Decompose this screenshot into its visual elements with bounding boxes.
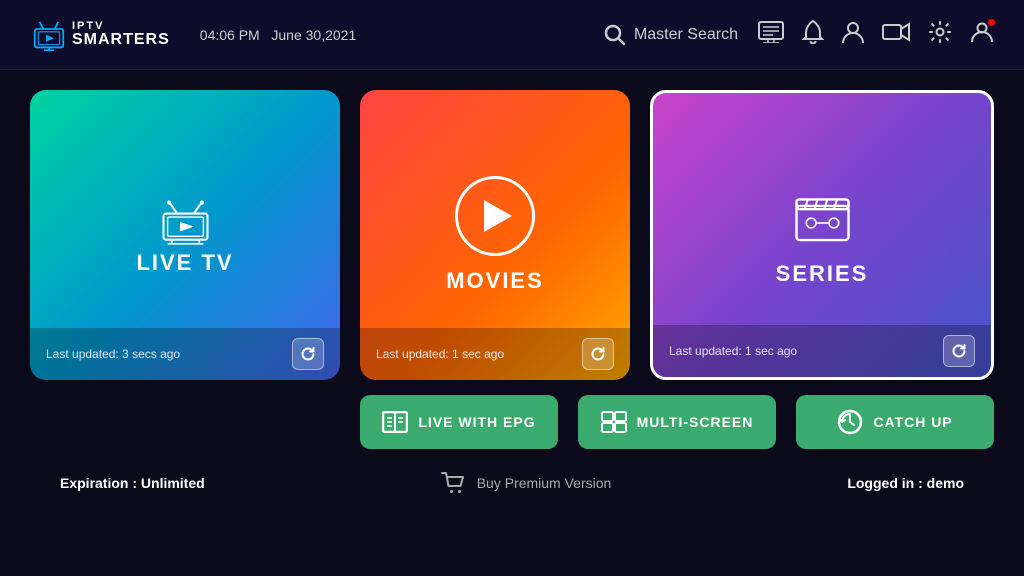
live-tv-refresh-btn[interactable]	[292, 338, 324, 370]
cards-row: LIVE TV Last updated: 3 secs ago MOVIES …	[30, 90, 994, 380]
live-tv-update: Last updated: 3 secs ago	[46, 347, 180, 361]
movies-bottom-bar: Last updated: 1 sec ago	[360, 328, 630, 380]
movies-title: MOVIES	[446, 268, 544, 294]
movies-play-icon	[484, 200, 512, 232]
account-icon[interactable]	[970, 20, 994, 50]
record-svg	[882, 22, 910, 42]
logged-in-value: demo	[927, 475, 964, 491]
series-card[interactable]: SERIES Last updated: 1 sec ago	[650, 90, 994, 380]
series-update: Last updated: 1 sec ago	[669, 344, 797, 358]
main-content: LIVE TV Last updated: 3 secs ago MOVIES …	[0, 70, 1024, 512]
logo[interactable]: IPTV SMARTERS	[30, 19, 170, 51]
movies-refresh-icon	[590, 346, 606, 362]
settings-icon[interactable]	[928, 20, 952, 50]
refresh-icon	[300, 346, 316, 362]
movies-play-circle	[455, 176, 535, 256]
user-icon[interactable]	[842, 20, 864, 50]
epg-svg	[758, 21, 784, 43]
movies-update: Last updated: 1 sec ago	[376, 347, 504, 361]
user-svg	[842, 20, 864, 44]
notification-dot	[987, 18, 996, 27]
live-tv-icon	[158, 195, 213, 250]
logo-text: IPTV SMARTERS	[72, 21, 170, 48]
movies-card[interactable]: MOVIES Last updated: 1 sec ago	[360, 90, 630, 380]
datetime: 04:06 PM June 30,2021	[200, 27, 356, 43]
live-tv-bottom-bar: Last updated: 3 secs ago	[30, 328, 340, 380]
multiscreen-icon	[601, 411, 627, 433]
live-tv-card[interactable]: LIVE TV Last updated: 3 secs ago	[30, 90, 340, 380]
catch-up-button[interactable]: CATCH UP	[796, 395, 994, 449]
notification-icon[interactable]	[802, 20, 824, 50]
header: IPTV SMARTERS 04:06 PM June 30,2021 Mast…	[0, 0, 1024, 70]
record-icon[interactable]	[882, 22, 910, 48]
gear-svg	[928, 20, 952, 44]
date: June 30,2021	[271, 27, 356, 43]
series-bottom-bar: Last updated: 1 sec ago	[653, 325, 991, 377]
time: 04:06 PM	[200, 27, 260, 43]
expiration-info: Expiration : Unlimited	[60, 475, 205, 491]
logo-smarters: SMARTERS	[72, 32, 170, 48]
header-icons	[758, 20, 994, 50]
logged-in-info: Logged in : demo	[847, 475, 964, 491]
live-tv-title: LIVE TV	[136, 250, 233, 276]
buy-premium-label: Buy Premium Version	[477, 475, 612, 491]
buy-premium-button[interactable]: Buy Premium Version	[441, 472, 612, 494]
bottom-buttons-row: LIVE WITH EPG MULTI-SCREEN CATCH UP	[360, 395, 994, 449]
footer: Expiration : Unlimited Buy Premium Versi…	[30, 464, 994, 502]
epg-book-icon	[382, 411, 408, 433]
expiration-value: Unlimited	[141, 475, 205, 491]
multi-screen-label: MULTI-SCREEN	[637, 414, 754, 430]
catch-up-label: CATCH UP	[873, 414, 952, 430]
movies-refresh-btn[interactable]	[582, 338, 614, 370]
tv-logo-icon	[30, 19, 68, 51]
series-title: SERIES	[776, 261, 869, 287]
series-clapperboard-icon	[790, 184, 855, 249]
expiration-label: Expiration :	[60, 475, 141, 491]
multi-screen-button[interactable]: MULTI-SCREEN	[578, 395, 776, 449]
catchup-icon	[837, 409, 863, 435]
logged-in-label: Logged in :	[847, 475, 926, 491]
search-icon	[604, 24, 626, 46]
live-epg-button[interactable]: LIVE WITH EPG	[360, 395, 558, 449]
bell-svg	[802, 20, 824, 44]
series-refresh-icon	[951, 343, 967, 359]
series-refresh-btn[interactable]	[943, 335, 975, 367]
search-bar[interactable]: Master Search	[604, 24, 738, 46]
live-epg-label: LIVE WITH EPG	[418, 414, 535, 430]
epg-icon[interactable]	[758, 21, 784, 49]
search-label: Master Search	[634, 26, 738, 44]
cart-icon	[441, 472, 467, 494]
